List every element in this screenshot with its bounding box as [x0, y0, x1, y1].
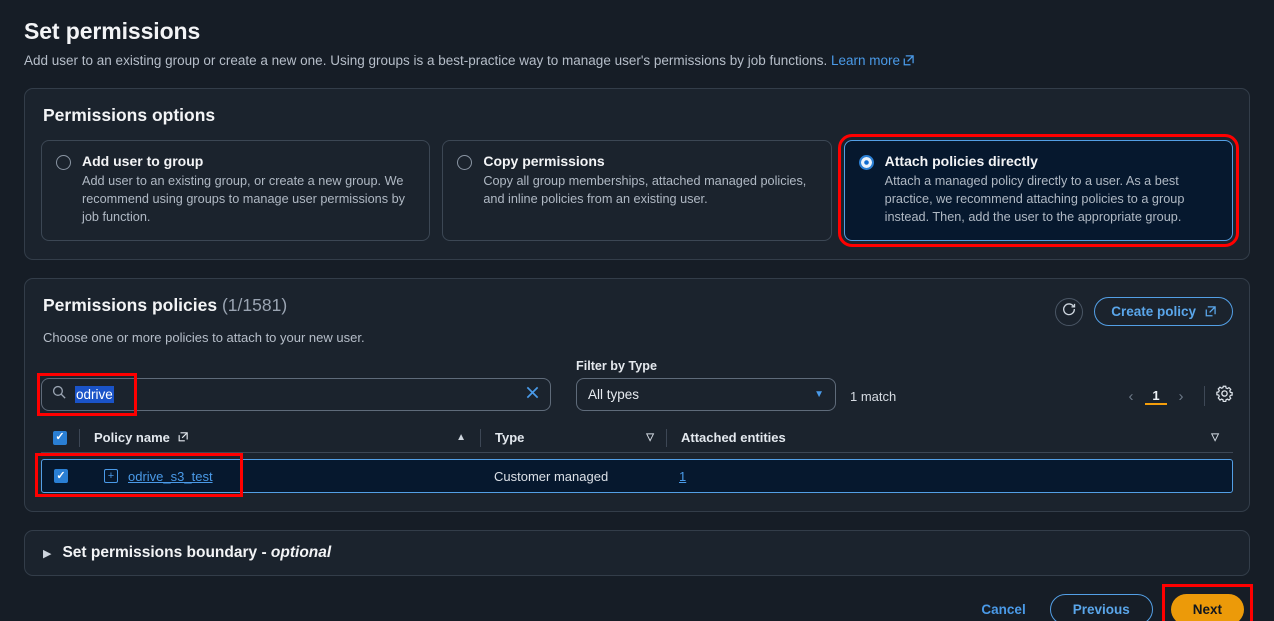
cell-policy-name: + odrive_s3_test — [80, 469, 480, 484]
page-title: Set permissions — [24, 18, 201, 44]
option-label-copy-permissions: Copy permissions — [483, 153, 605, 170]
option-add-user-to-group[interactable]: Add user to group Add user to an existin… — [41, 140, 431, 242]
page-description: Add user to an existing group or create … — [24, 52, 1250, 70]
gear-icon — [1216, 385, 1233, 406]
sort-descending-icon[interactable]: ▽ — [1211, 432, 1219, 443]
option-description-add-user-to-group: Add user to an existing group, or create… — [82, 174, 405, 225]
sort-ascending-icon[interactable]: ▲ — [456, 432, 466, 443]
learn-more-link[interactable]: Learn more — [831, 53, 914, 68]
table-header-row: Policy name ▲ Type ▽ Attached entities ▽ — [41, 423, 1233, 454]
permissions-policies-title: Permissions policies (1/1581) — [43, 295, 365, 316]
pagination: ‹ 1 › — [1119, 385, 1233, 411]
column-header-policy-name-label: Policy name — [94, 430, 170, 446]
match-count: 1 match — [850, 389, 897, 405]
chevron-right-icon: ▶ — [43, 547, 52, 560]
chevron-down-icon: ▼ — [814, 389, 824, 401]
external-link-icon — [1205, 306, 1216, 317]
permissions-boundary-title: Set permissions boundary - optional — [62, 544, 331, 562]
radio-copy-permissions[interactable] — [457, 155, 473, 171]
set-permissions-boundary-expander[interactable]: ▶ Set permissions boundary - optional — [24, 530, 1250, 577]
policy-search-input[interactable]: odrive — [41, 378, 551, 412]
filter-by-type-label: Filter by Type — [576, 359, 657, 374]
column-header-attached-entities[interactable]: Attached entities ▽ — [667, 430, 1233, 445]
radio-add-user-to-group[interactable] — [56, 155, 71, 171]
previous-button[interactable]: Previous — [1049, 594, 1153, 621]
table-preferences-button[interactable] — [1216, 385, 1233, 407]
filter-by-type: Filter by Type All types ▼ — [576, 359, 836, 412]
refresh-button[interactable] — [1055, 297, 1084, 326]
cell-policy-type: Customer managed — [480, 469, 665, 484]
next-button-wrapper: Next — [1161, 584, 1253, 621]
search-clear-icon[interactable] — [525, 385, 540, 405]
page-header: Set permissions Add user to an existing … — [0, 0, 1274, 70]
pagination-prev-icon[interactable]: ‹ — [1119, 388, 1143, 405]
column-header-type[interactable]: Type ▽ — [481, 430, 666, 445]
option-attach-policies-directly[interactable]: Attach policies directly Attach a manage… — [837, 134, 1239, 248]
column-header-attached-entities-label: Attached entities — [681, 430, 786, 446]
permissions-policies-subtitle: Choose one or more policies to attach to… — [43, 330, 365, 346]
pagination-divider — [1204, 386, 1205, 407]
cell-attached-entities: 1 — [665, 469, 1232, 484]
permissions-boundary-dash: - — [257, 544, 271, 562]
pagination-next-icon[interactable]: › — [1169, 388, 1193, 405]
wizard-footer: Cancel Previous Next — [0, 576, 1274, 621]
create-policy-label: Create policy — [1111, 304, 1196, 320]
table-row[interactable]: + odrive_s3_test Customer managed 1 — [35, 453, 1233, 498]
external-link-icon — [178, 432, 189, 443]
select-all-checkbox[interactable] — [53, 430, 67, 445]
policies-filter-row: odrive Filter by Type All types ▼ 1 matc… — [37, 359, 1233, 417]
permissions-options-title: Permissions options — [43, 105, 216, 126]
option-copy-permissions[interactable]: Copy permissions Copy all group membersh… — [442, 140, 832, 242]
radio-attach-policies-directly[interactable] — [858, 155, 874, 171]
cancel-button[interactable]: Cancel — [975, 601, 1031, 618]
policy-search-value: odrive — [75, 386, 114, 404]
external-link-icon — [903, 55, 914, 66]
row-select-cell[interactable] — [42, 469, 80, 484]
next-button[interactable]: Next — [1170, 594, 1244, 621]
option-label-attach-policies-directly: Attach policies directly — [884, 153, 1038, 170]
permissions-policies-card: Permissions policies (1/1581) Choose one… — [24, 278, 1250, 513]
expand-row-icon[interactable]: + — [104, 469, 118, 484]
policy-type-value: Customer managed — [494, 468, 609, 484]
policies-table: Policy name ▲ Type ▽ Attached entities ▽ — [35, 423, 1233, 498]
permissions-boundary-title-text: Set permissions boundary — [62, 544, 258, 562]
permissions-boundary-optional: optional — [270, 544, 332, 562]
permissions-policies-title-text: Permissions policies — [43, 295, 218, 316]
policy-name-link[interactable]: odrive_s3_test — [128, 469, 213, 484]
filter-by-type-value: All types — [588, 387, 640, 403]
learn-more-label: Learn more — [831, 53, 901, 68]
policy-search-wrapper: odrive — [37, 373, 551, 417]
set-permissions-page: Set permissions Add user to an existing … — [0, 0, 1274, 621]
pagination-page-1[interactable]: 1 — [1145, 388, 1167, 405]
option-description-copy-permissions: Copy all group memberships, attached man… — [483, 174, 807, 207]
select-all-cell[interactable] — [41, 430, 79, 445]
attached-entities-link[interactable]: 1 — [679, 469, 686, 484]
refresh-icon — [1061, 301, 1077, 322]
permissions-options-card: Permissions options Add user to group Ad… — [24, 88, 1250, 261]
sort-descending-icon[interactable]: ▽ — [646, 432, 654, 443]
option-description-attach-policies-directly: Attach a managed policy directly to a us… — [884, 174, 1185, 225]
search-icon — [52, 385, 66, 404]
create-policy-button[interactable]: Create policy — [1094, 297, 1233, 327]
column-header-type-label: Type — [495, 430, 525, 446]
filter-by-type-select[interactable]: All types ▼ — [576, 378, 836, 412]
page-description-text: Add user to an existing group or create … — [24, 53, 828, 68]
row-checkbox[interactable] — [54, 469, 68, 484]
column-header-policy-name[interactable]: Policy name ▲ — [80, 430, 480, 445]
option-label-add-user-to-group: Add user to group — [82, 153, 204, 170]
permissions-policies-count: (1/1581) — [221, 295, 288, 316]
permissions-policies-actions: Create policy — [1055, 295, 1233, 327]
permissions-options-list: Add user to group Add user to an existin… — [41, 134, 1239, 248]
permissions-policies-header: Permissions policies (1/1581) Choose one… — [41, 295, 1233, 345]
